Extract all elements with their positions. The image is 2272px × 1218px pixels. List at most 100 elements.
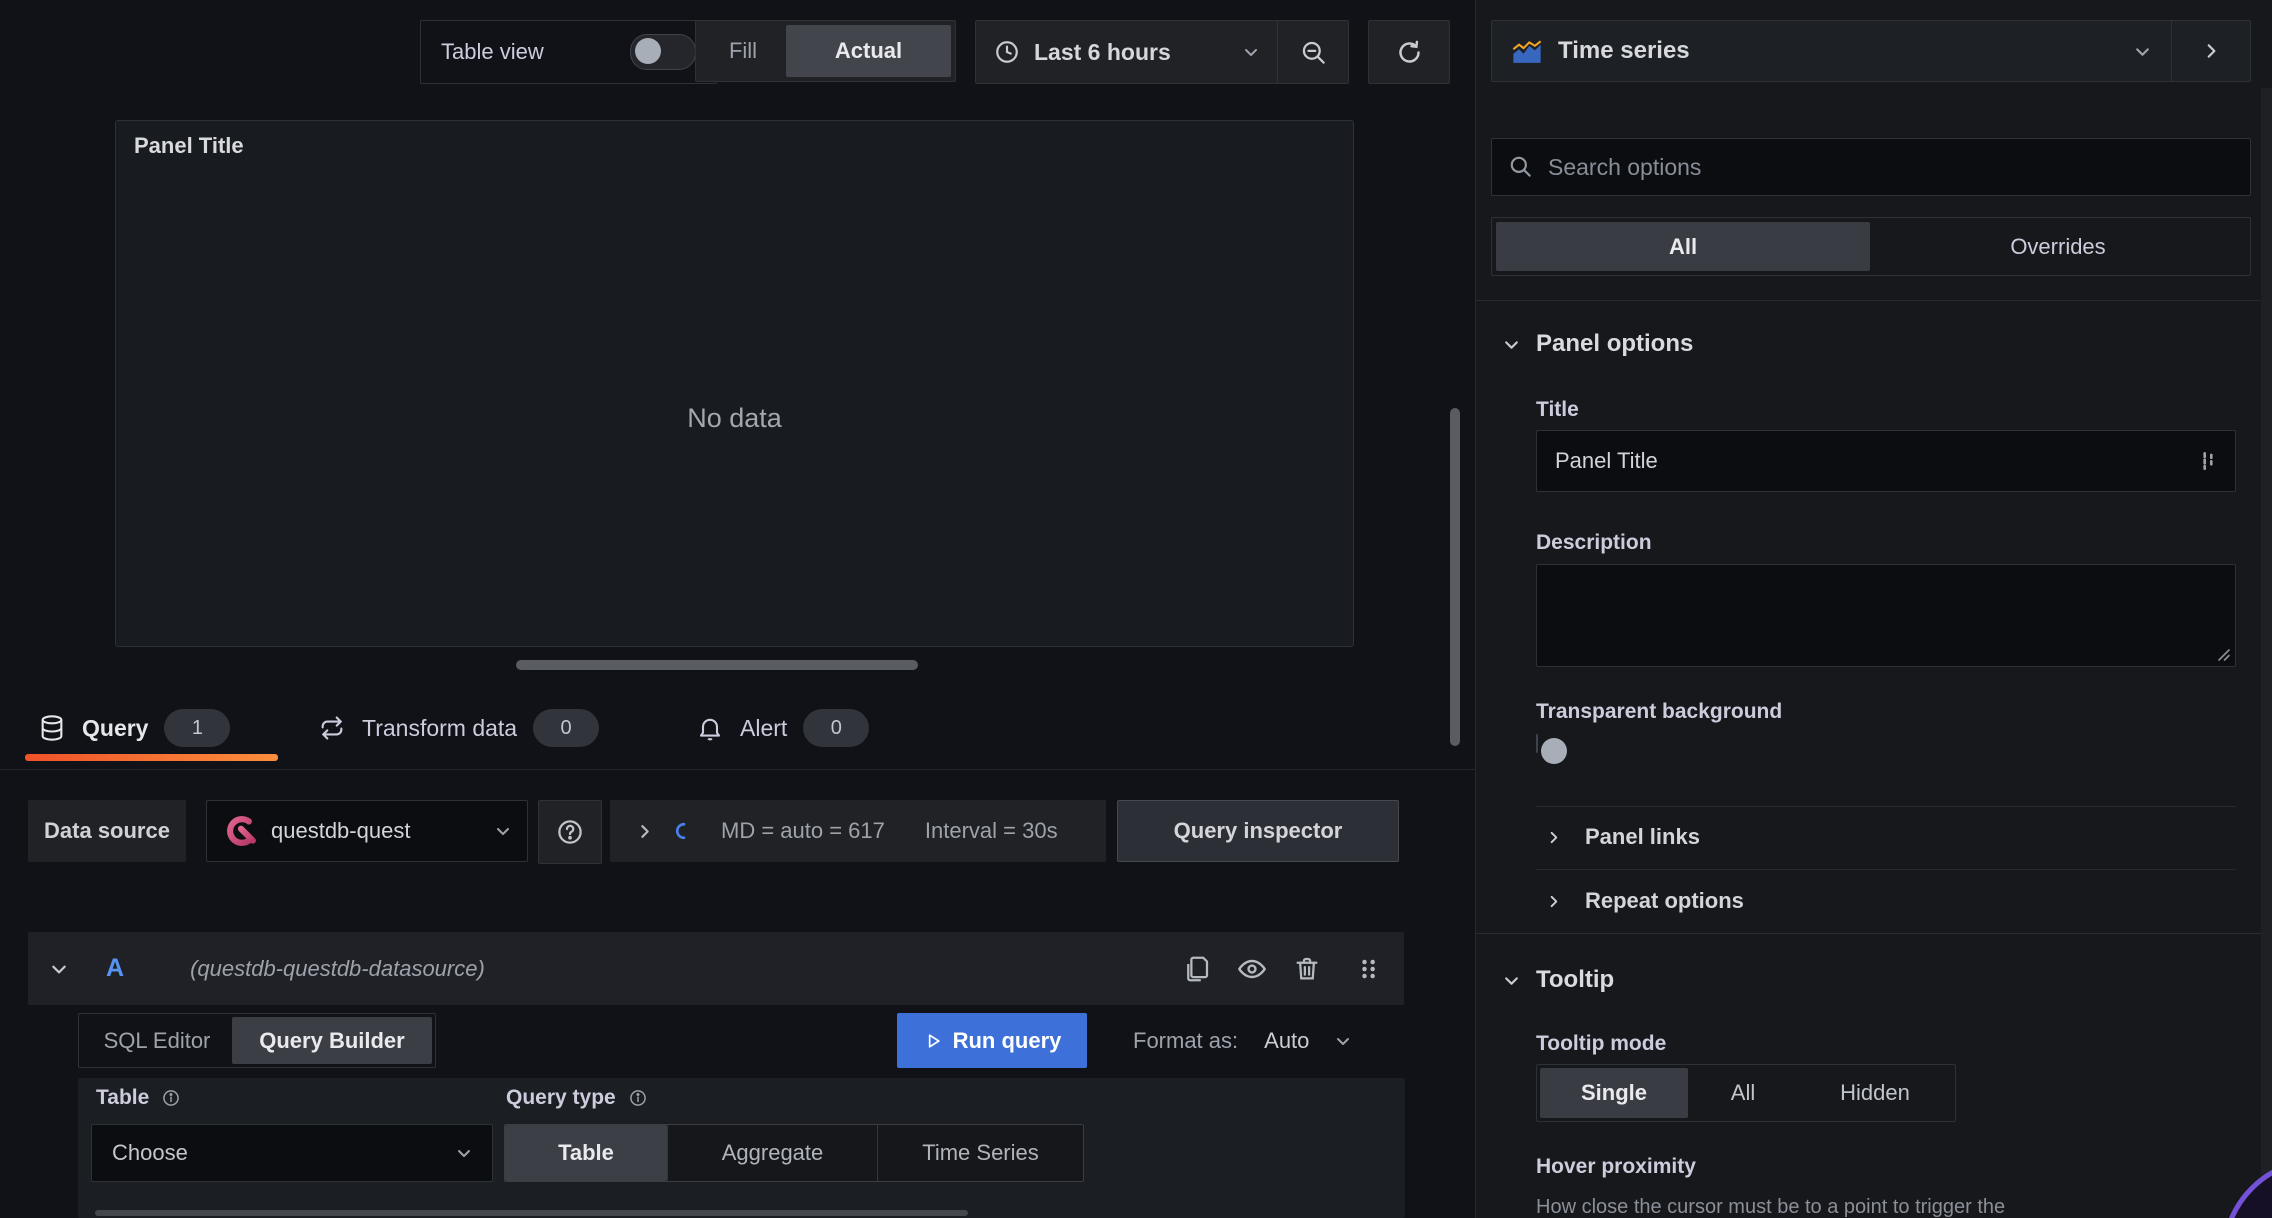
tooltip-title: Tooltip — [1536, 966, 1615, 993]
tab-transform-label: Transform data — [362, 714, 518, 741]
datasource-help-button[interactable] — [538, 800, 602, 864]
vertical-scrollbar[interactable] — [1450, 408, 1460, 746]
run-query-label: Run query — [952, 1027, 1062, 1053]
panel-title-input[interactable] — [1553, 447, 2197, 475]
query-builder-body: Table Choose Query type Table Aggregate … — [78, 1078, 1405, 1218]
format-as-value: Auto — [1264, 1027, 1310, 1053]
sql-editor-option[interactable]: SQL Editor — [82, 1017, 232, 1064]
query-type-aggregate[interactable]: Aggregate — [667, 1125, 877, 1181]
tab-transform-badge: 0 — [533, 709, 600, 747]
table-field-label: Table — [96, 1086, 150, 1109]
format-as-control[interactable]: Format as: Auto — [1133, 1013, 1351, 1068]
panel-options-title: Panel options — [1536, 330, 1694, 357]
panel-links-row[interactable]: Panel links — [1546, 820, 1700, 854]
panel-options-header[interactable]: Panel options — [1503, 330, 1693, 358]
repeat-options-row[interactable]: Repeat options — [1546, 884, 1744, 918]
active-tab-underline — [25, 754, 278, 761]
database-icon — [38, 714, 66, 742]
repeat-options-label: Repeat options — [1585, 888, 1744, 913]
query-row-header[interactable]: A (questdb-questdb-datasource) — [28, 932, 1404, 1005]
grafana-panel-editor: Table view Fill Actual Last 6 hours Pane — [0, 0, 2272, 1218]
interval-summary: Interval = 30s — [924, 818, 1058, 843]
drag-handle-icon[interactable] — [1354, 955, 1382, 983]
description-field-label: Description — [1536, 531, 1652, 554]
max-data-points-summary: MD = auto = 617 — [721, 818, 885, 843]
tooltip-mode-all[interactable]: All — [1688, 1068, 1798, 1118]
collapse-chevron-icon[interactable] — [50, 960, 68, 978]
tab-alert-badge: 0 — [803, 709, 870, 747]
duplicate-query-icon[interactable] — [1182, 954, 1212, 984]
timeseries-chart-icon — [1512, 39, 1542, 64]
hide-response-eye-icon[interactable] — [1236, 953, 1268, 985]
search-icon — [1508, 154, 1534, 180]
query-options-row[interactable]: MD = auto = 617 Interval = 30s — [610, 800, 1106, 862]
description-box — [1536, 564, 2236, 667]
run-query-button[interactable]: Run query — [897, 1013, 1087, 1068]
tooltip-mode-single[interactable]: Single — [1540, 1068, 1688, 1118]
zoom-out-button[interactable] — [1277, 21, 1348, 83]
query-type-timeseries[interactable]: Time Series — [877, 1125, 1083, 1181]
next-section-edge — [95, 1210, 968, 1216]
tooltip-mode-hidden[interactable]: Hidden — [1798, 1068, 1952, 1118]
chevron-down-icon — [456, 1145, 472, 1161]
datasource-picker[interactable]: questdb-quest — [206, 800, 528, 862]
panel-title[interactable]: Panel Title — [134, 133, 244, 159]
query-builder-option[interactable]: Query Builder — [232, 1017, 432, 1064]
datasource-label: Data source — [28, 800, 186, 862]
fill-option[interactable]: Fill — [700, 25, 786, 77]
tab-transform[interactable]: Transform data 0 — [318, 700, 600, 756]
collapse-pane-button[interactable] — [2171, 21, 2250, 81]
questdb-logo — [223, 813, 259, 849]
time-range-label: Last 6 hours — [1034, 38, 1171, 65]
query-type-group: Table Aggregate Time Series — [504, 1124, 1084, 1182]
row-divider — [1536, 806, 2236, 807]
options-filter-tabs: All Overrides — [1491, 217, 2251, 276]
tooltip-header[interactable]: Tooltip — [1503, 966, 1614, 994]
visualization-select[interactable]: Time series — [1492, 21, 2171, 81]
query-datasource-hint: (questdb-questdb-datasource) — [190, 955, 485, 981]
chevron-right-icon — [2202, 42, 2220, 60]
play-icon — [923, 1031, 943, 1051]
panel-preview: Panel Title No data — [115, 120, 1354, 647]
section-divider — [1476, 300, 2272, 301]
time-range-button[interactable]: Last 6 hours — [976, 21, 1277, 83]
resize-handle-icon[interactable] — [2217, 648, 2231, 662]
help-icon — [555, 817, 585, 847]
refresh-button[interactable] — [1368, 20, 1450, 84]
table-view-toggle[interactable] — [630, 34, 696, 70]
horizontal-scrollbar[interactable] — [516, 660, 918, 670]
chevron-right-icon — [1546, 830, 1561, 845]
query-inspector-button[interactable]: Query inspector — [1117, 800, 1399, 862]
pane-scrollbar-track[interactable] — [2261, 88, 2272, 1218]
query-ref-id: A — [106, 954, 125, 982]
clock-icon — [994, 39, 1020, 65]
visualization-name: Time series — [1558, 37, 1690, 64]
delete-query-icon[interactable] — [1292, 954, 1322, 984]
query-type-label-row: Query type — [506, 1086, 648, 1110]
search-options-box — [1491, 138, 2251, 196]
refresh-icon — [1396, 39, 1423, 66]
query-type-table[interactable]: Table — [505, 1125, 667, 1181]
suggestion-dashes-icon — [2197, 450, 2219, 472]
chevron-down-icon — [2134, 43, 2151, 60]
hover-proximity-label: Hover proximity — [1536, 1155, 1696, 1178]
table-field-label-row: Table — [96, 1086, 181, 1110]
search-options-input[interactable] — [1546, 152, 2234, 182]
tab-query[interactable]: Query 1 — [38, 700, 231, 756]
query-type-label: Query type — [506, 1086, 616, 1109]
zoom-out-icon — [1300, 39, 1327, 66]
tab-alert[interactable]: Alert 0 — [696, 700, 870, 756]
chevron-right-icon — [1546, 894, 1561, 909]
chevron-down-icon — [1243, 44, 1259, 60]
filter-tab-all[interactable]: All — [1496, 222, 1870, 271]
table-select[interactable]: Choose — [91, 1124, 493, 1182]
actual-option[interactable]: Actual — [786, 25, 951, 77]
description-textarea[interactable] — [1537, 565, 2235, 666]
filter-tab-overrides[interactable]: Overrides — [1870, 222, 2246, 271]
toggle-knob — [1541, 738, 1567, 764]
loading-arc-icon — [675, 822, 693, 840]
chevron-down-icon — [1503, 336, 1520, 353]
info-icon — [628, 1088, 648, 1108]
transparent-bg-toggle[interactable] — [1536, 734, 1567, 764]
time-picker-group: Last 6 hours — [975, 20, 1349, 84]
